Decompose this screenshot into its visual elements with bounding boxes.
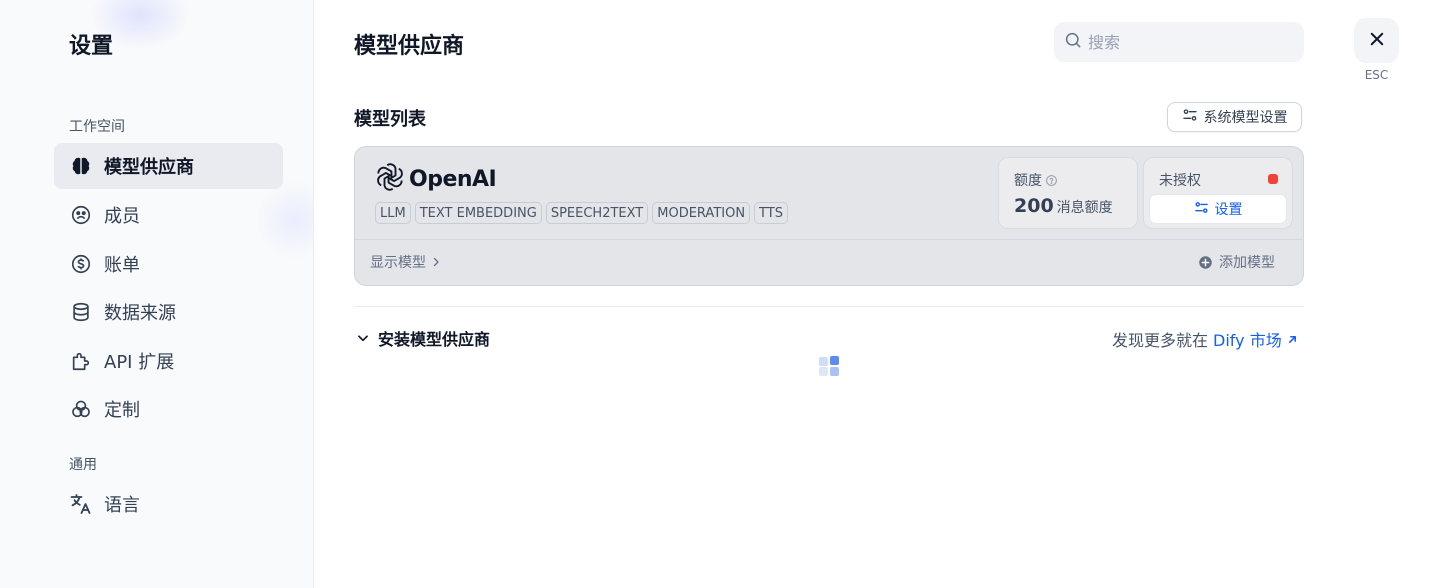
sliders-icon [1194, 200, 1215, 219]
model-type-tag: LLM [375, 202, 411, 224]
puzzle-icon [69, 349, 93, 373]
auth-panel: 未授权 设置 [1143, 157, 1293, 229]
model-type-tag: TTS [754, 202, 788, 224]
provider-name: OpenAI [409, 166, 497, 192]
model-type-tag: TEXT EMBEDDING [414, 202, 542, 224]
settings-sidebar: 设置 工作空间 模型供应商 成员 账单 数据来源 API 扩展 定制 通用 语言 [0, 0, 314, 588]
settings-app: 设置 工作空间 模型供应商 成员 账单 数据来源 API 扩展 定制 通用 语言… [0, 0, 1436, 588]
quota-value: 200 [1014, 195, 1054, 217]
sidebar-item-customize[interactable]: 定制 [54, 386, 283, 432]
section-divider [354, 306, 1304, 307]
marketplace-text: 发现更多就在 [1112, 331, 1209, 350]
database-icon [69, 300, 93, 324]
system-model-settings-button[interactable]: 系统模型设置 [1167, 102, 1302, 132]
page-title: 模型供应商 [354, 34, 465, 59]
provider-card-openai: OpenAI LLM TEXT EMBEDDING SPEECH2TEXT MO… [354, 146, 1304, 286]
group-label-workspace: 工作空间 [69, 119, 125, 135]
add-model-button[interactable]: 添加模型 [1198, 252, 1275, 272]
sidebar-title: 设置 [69, 34, 114, 59]
sidebar-item-label: 账单 [104, 255, 140, 276]
quota-unit: 消息额度 [1056, 200, 1113, 216]
sliders-icon [1182, 107, 1204, 127]
card-divider [355, 239, 1303, 240]
marketplace-promo: 发现更多就在 Dify 市场 [1112, 327, 1299, 351]
close-button[interactable] [1354, 18, 1399, 63]
search-icon [1064, 31, 1082, 53]
group-label-general: 通用 [69, 457, 97, 473]
sidebar-item-label: 语言 [104, 495, 140, 516]
model-type-tag: MODERATION [652, 202, 751, 224]
sidebar-item-label: API 扩展 [104, 352, 175, 373]
status-indicator [1268, 174, 1278, 184]
sidebar-item-model-provider[interactable]: 模型供应商 [54, 143, 283, 189]
quota-label-row: 额度 [1014, 170, 1058, 190]
help-icon[interactable] [1045, 174, 1058, 187]
provider-logo: OpenAI [375, 162, 497, 196]
members-icon [69, 203, 93, 227]
openai-logo-icon [375, 162, 405, 196]
sidebar-item-data-source[interactable]: 数据来源 [54, 289, 283, 335]
install-providers-toggle[interactable]: 安装模型供应商 [356, 326, 490, 350]
sidebar-item-billing[interactable]: 账单 [54, 241, 283, 287]
esc-hint: ESC [1364, 68, 1389, 82]
model-type-tags: LLM TEXT EMBEDDING SPEECH2TEXT MODERATIO… [375, 202, 792, 224]
sidebar-item-label: 数据来源 [104, 303, 176, 324]
show-models-button[interactable]: 显示模型 [370, 252, 442, 272]
auth-status: 未授权 [1159, 173, 1201, 189]
customize-icon [69, 397, 93, 421]
sidebar-item-api-extension[interactable]: API 扩展 [54, 338, 283, 384]
show-models-label: 显示模型 [370, 255, 426, 271]
main-panel: 模型供应商 ESC 模型列表 系统模型设置 [314, 0, 1436, 588]
sidebar-item-label: 模型供应商 [104, 157, 194, 178]
brain-icon [69, 154, 93, 178]
chevron-right-icon [426, 256, 442, 268]
arrow-up-right-icon [1282, 333, 1299, 346]
plus-circle-icon [1198, 255, 1219, 270]
quota-panel: 额度 200 消息额度 [998, 157, 1138, 229]
sidebar-item-label: 成员 [104, 206, 140, 227]
billing-icon [69, 252, 93, 276]
setup-label: 设置 [1214, 202, 1243, 218]
system-model-settings-label: 系统模型设置 [1203, 110, 1288, 126]
provider-setup-button[interactable]: 设置 [1149, 194, 1287, 224]
sidebar-item-label: 定制 [104, 400, 140, 421]
search-input[interactable] [1088, 32, 1288, 52]
model-list-title: 模型列表 [354, 109, 426, 130]
quota-value-row: 200 消息额度 [1014, 195, 1113, 217]
translate-icon [69, 492, 93, 516]
search-box[interactable] [1054, 22, 1304, 62]
sidebar-item-members[interactable]: 成员 [54, 192, 283, 238]
add-model-label: 添加模型 [1219, 255, 1275, 271]
marketplace-link[interactable]: Dify 市场 [1213, 327, 1299, 351]
install-providers-title: 安装模型供应商 [378, 330, 491, 349]
model-type-tag: SPEECH2TEXT [545, 202, 649, 224]
loading-indicator [819, 356, 839, 376]
quota-label: 额度 [1014, 173, 1042, 189]
marketplace-link-label: Dify 市场 [1213, 331, 1282, 350]
chevron-down-icon [356, 331, 378, 345]
sidebar-item-language[interactable]: 语言 [54, 481, 283, 527]
close-icon [1368, 30, 1386, 52]
